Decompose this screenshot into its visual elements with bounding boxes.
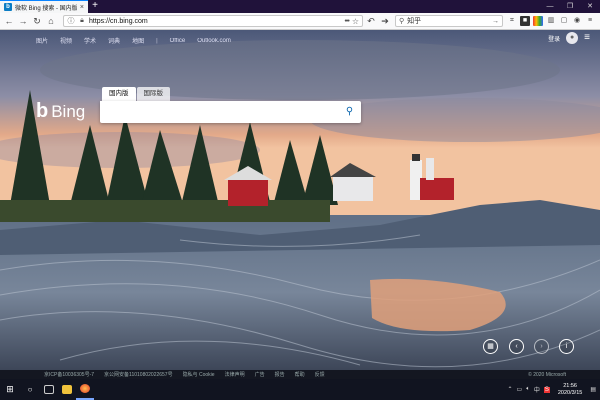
- bing-logo-text: Bing: [51, 101, 86, 121]
- search-icon: ⚲: [399, 18, 405, 25]
- clock-time: 21:56: [563, 382, 577, 389]
- extension-icon[interactable]: ■: [520, 16, 530, 26]
- taskbar-search-icon[interactable]: ○: [20, 385, 40, 394]
- background-landscape-image: [0, 30, 600, 370]
- search-box-text[interactable]: 知乎: [407, 16, 489, 26]
- qr-code-icon[interactable]: ▦: [483, 339, 498, 354]
- toolbar-icons: ⌗ ■ ▥ ▢ ◉ ≡: [505, 16, 597, 26]
- tab-domestic[interactable]: 国内版: [102, 87, 136, 101]
- bing-search-input[interactable]: [106, 105, 336, 119]
- lock-icon[interactable]: 🔒︎: [78, 17, 86, 25]
- bing-search-box: ⚲: [100, 101, 361, 123]
- hamburger-menu-icon[interactable]: ≡: [584, 32, 590, 44]
- network-icon[interactable]: ▭: [517, 386, 523, 393]
- page-actions-icon[interactable]: •••: [344, 18, 349, 25]
- nav-divider: |: [156, 37, 158, 44]
- url-text[interactable]: https://cn.bing.com: [89, 18, 341, 25]
- footer-link-icp[interactable]: 京ICP备10036305号-7: [44, 371, 94, 378]
- screenshot-icon[interactable]: ⌗: [507, 16, 517, 26]
- undo-icon[interactable]: ↶: [365, 15, 377, 27]
- color-extension-icon[interactable]: [533, 16, 543, 26]
- navigation-toolbar: ← → ↻ ⌂ ⓘ 🔒︎ https://cn.bing.com ••• ☆ ↶…: [0, 13, 600, 30]
- close-tab-icon[interactable]: ×: [80, 4, 84, 11]
- bing-logo-icon: b: [36, 100, 49, 122]
- forward-arrow-icon[interactable]: ➔: [379, 15, 391, 27]
- footer-link-privacy[interactable]: 隐私与 Cookie: [183, 371, 215, 378]
- bing-favicon-icon: b: [4, 3, 12, 11]
- nav-academic[interactable]: 学术: [84, 36, 96, 45]
- sidebar-icon[interactable]: ▢: [559, 16, 569, 26]
- system-tray: ⌃ ▭ 🔈︎ 中 S 21:56 2020/3/15 ▤: [508, 383, 600, 397]
- browser-tab[interactable]: b 微软 Bing 搜索 - 国内版 ×: [0, 0, 88, 13]
- bing-footer: 京ICP备10036305号-7 京公网安备11010802022657号 隐私…: [0, 370, 600, 379]
- search-scope-tabs: 国内版 国际版: [102, 87, 170, 101]
- footer-link-security[interactable]: 京公网安备11010802022657号: [104, 371, 173, 378]
- footer-link-legal[interactable]: 法律声明: [225, 371, 245, 378]
- windows-start-icon[interactable]: ⊞: [0, 379, 20, 400]
- windows-taskbar: ⊞ ○ ⌃ ▭ 🔈︎ 中 S 21:56 2020/3/15 ▤: [0, 379, 600, 400]
- library-icon[interactable]: ▥: [546, 16, 556, 26]
- minimize-icon[interactable]: —: [540, 0, 560, 13]
- clock-date: 2020/3/15: [557, 389, 583, 396]
- info-icon[interactable]: ⓘ: [67, 16, 75, 26]
- search-go-icon[interactable]: →: [492, 18, 499, 25]
- back-icon[interactable]: ←: [3, 15, 15, 27]
- nav-maps[interactable]: 地图: [132, 36, 144, 45]
- forward-icon[interactable]: →: [17, 15, 29, 27]
- maximize-icon[interactable]: ❐: [560, 0, 580, 13]
- bing-header-right: 登录 ● ≡: [548, 32, 590, 44]
- footer-link-feedback[interactable]: 反馈: [315, 371, 325, 378]
- tab-title: 微软 Bing 搜索 - 国内版: [15, 5, 77, 12]
- image-info-icon[interactable]: i: [559, 339, 574, 354]
- app-s-icon[interactable]: S: [543, 386, 550, 393]
- tray-chevron-icon[interactable]: ⌃: [508, 386, 513, 393]
- nav-images[interactable]: 图片: [36, 36, 48, 45]
- menu-icon[interactable]: ≡: [585, 16, 595, 26]
- notification-icon[interactable]: ▤: [590, 386, 596, 393]
- next-image-icon[interactable]: ›: [534, 339, 549, 354]
- ime-indicator[interactable]: 中: [534, 385, 540, 394]
- home-icon[interactable]: ⌂: [45, 15, 57, 27]
- footer-link-help[interactable]: 帮助: [295, 371, 305, 378]
- bing-homepage: 图片 视频 学术 词典 地图 | Office Outlook.com 登录 ●…: [0, 30, 600, 370]
- volume-icon[interactable]: 🔈︎: [526, 386, 530, 393]
- footer-link-report[interactable]: 报告: [275, 371, 285, 378]
- browser-tab-strip: b 微软 Bing 搜索 - 国内版 × + — ❐ ✕: [0, 0, 600, 13]
- tab-international[interactable]: 国际版: [136, 87, 170, 101]
- task-view-icon[interactable]: [40, 379, 58, 400]
- bing-logo[interactable]: b Bing: [36, 100, 85, 123]
- browser-search-box[interactable]: ⚲ 知乎 →: [395, 15, 503, 27]
- search-submit-icon[interactable]: ⚲: [343, 105, 356, 119]
- bing-header-nav: 图片 视频 学术 词典 地图 | Office Outlook.com: [36, 36, 231, 46]
- avatar-icon[interactable]: ●: [566, 32, 579, 44]
- file-explorer-icon[interactable]: [58, 379, 76, 400]
- nav-outlook[interactable]: Outlook.com: [197, 38, 231, 44]
- new-tab-button[interactable]: +: [88, 0, 102, 13]
- nav-dictionary[interactable]: 词典: [108, 36, 120, 45]
- footer-link-ads[interactable]: 广告: [255, 371, 265, 378]
- address-bar[interactable]: ⓘ 🔒︎ https://cn.bing.com ••• ☆: [63, 15, 363, 27]
- account-icon[interactable]: ◉: [572, 16, 582, 26]
- previous-image-icon[interactable]: ‹: [509, 339, 524, 354]
- clock[interactable]: 21:56 2020/3/15: [554, 383, 586, 397]
- nav-office[interactable]: Office: [170, 38, 186, 44]
- login-link[interactable]: 登录: [548, 34, 560, 43]
- nav-videos[interactable]: 视频: [60, 36, 72, 45]
- close-window-icon[interactable]: ✕: [580, 0, 600, 13]
- firefox-taskbar-icon[interactable]: [76, 379, 94, 400]
- reload-icon[interactable]: ↻: [31, 15, 43, 27]
- copyright-text: © 2020 Microsoft: [528, 371, 566, 378]
- bookmark-star-icon[interactable]: ☆: [352, 17, 359, 26]
